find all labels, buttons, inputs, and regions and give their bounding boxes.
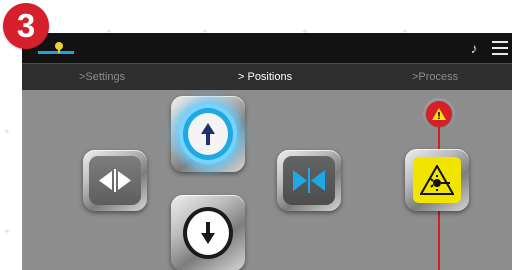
- expand-button-face: [89, 156, 141, 205]
- laser-button[interactable]: [405, 149, 469, 211]
- arrow-up-glyph: [201, 123, 215, 145]
- arrow-down-icon: [183, 207, 233, 259]
- background-cross: +: [4, 127, 10, 138]
- tab-process[interactable]: >Process: [412, 71, 458, 83]
- menu-icon[interactable]: [492, 41, 508, 55]
- laser-warning-icon: [413, 157, 461, 203]
- location-pin-icon: [55, 42, 63, 53]
- arrow-down-glyph: [201, 222, 215, 244]
- arrows-outward-icon: [99, 169, 131, 192]
- nav-bar: >Settings > Positions >Process: [22, 63, 512, 90]
- arrow-up-icon: [183, 108, 233, 160]
- bell-icon[interactable]: ♪: [466, 40, 482, 56]
- move-up-button[interactable]: [171, 96, 245, 172]
- step-badge: 3: [3, 3, 49, 49]
- warning-icon: [432, 108, 446, 120]
- tab-positions[interactable]: > Positions: [238, 71, 292, 83]
- arrows-inward-icon: [293, 168, 325, 193]
- move-down-button[interactable]: [171, 195, 245, 270]
- tab-settings[interactable]: >Settings: [79, 71, 125, 83]
- background-cross: +: [4, 227, 10, 238]
- compress-button-face: [283, 156, 335, 205]
- laser-warning-glyph: [420, 165, 454, 195]
- compress-button[interactable]: [277, 150, 341, 211]
- warning-indicator: [426, 101, 452, 127]
- status-line: [38, 51, 74, 54]
- machine-screen: ♪ >Settings > Positions >Process: [22, 33, 512, 270]
- top-bar: ♪: [22, 33, 512, 63]
- expand-button[interactable]: [83, 150, 147, 211]
